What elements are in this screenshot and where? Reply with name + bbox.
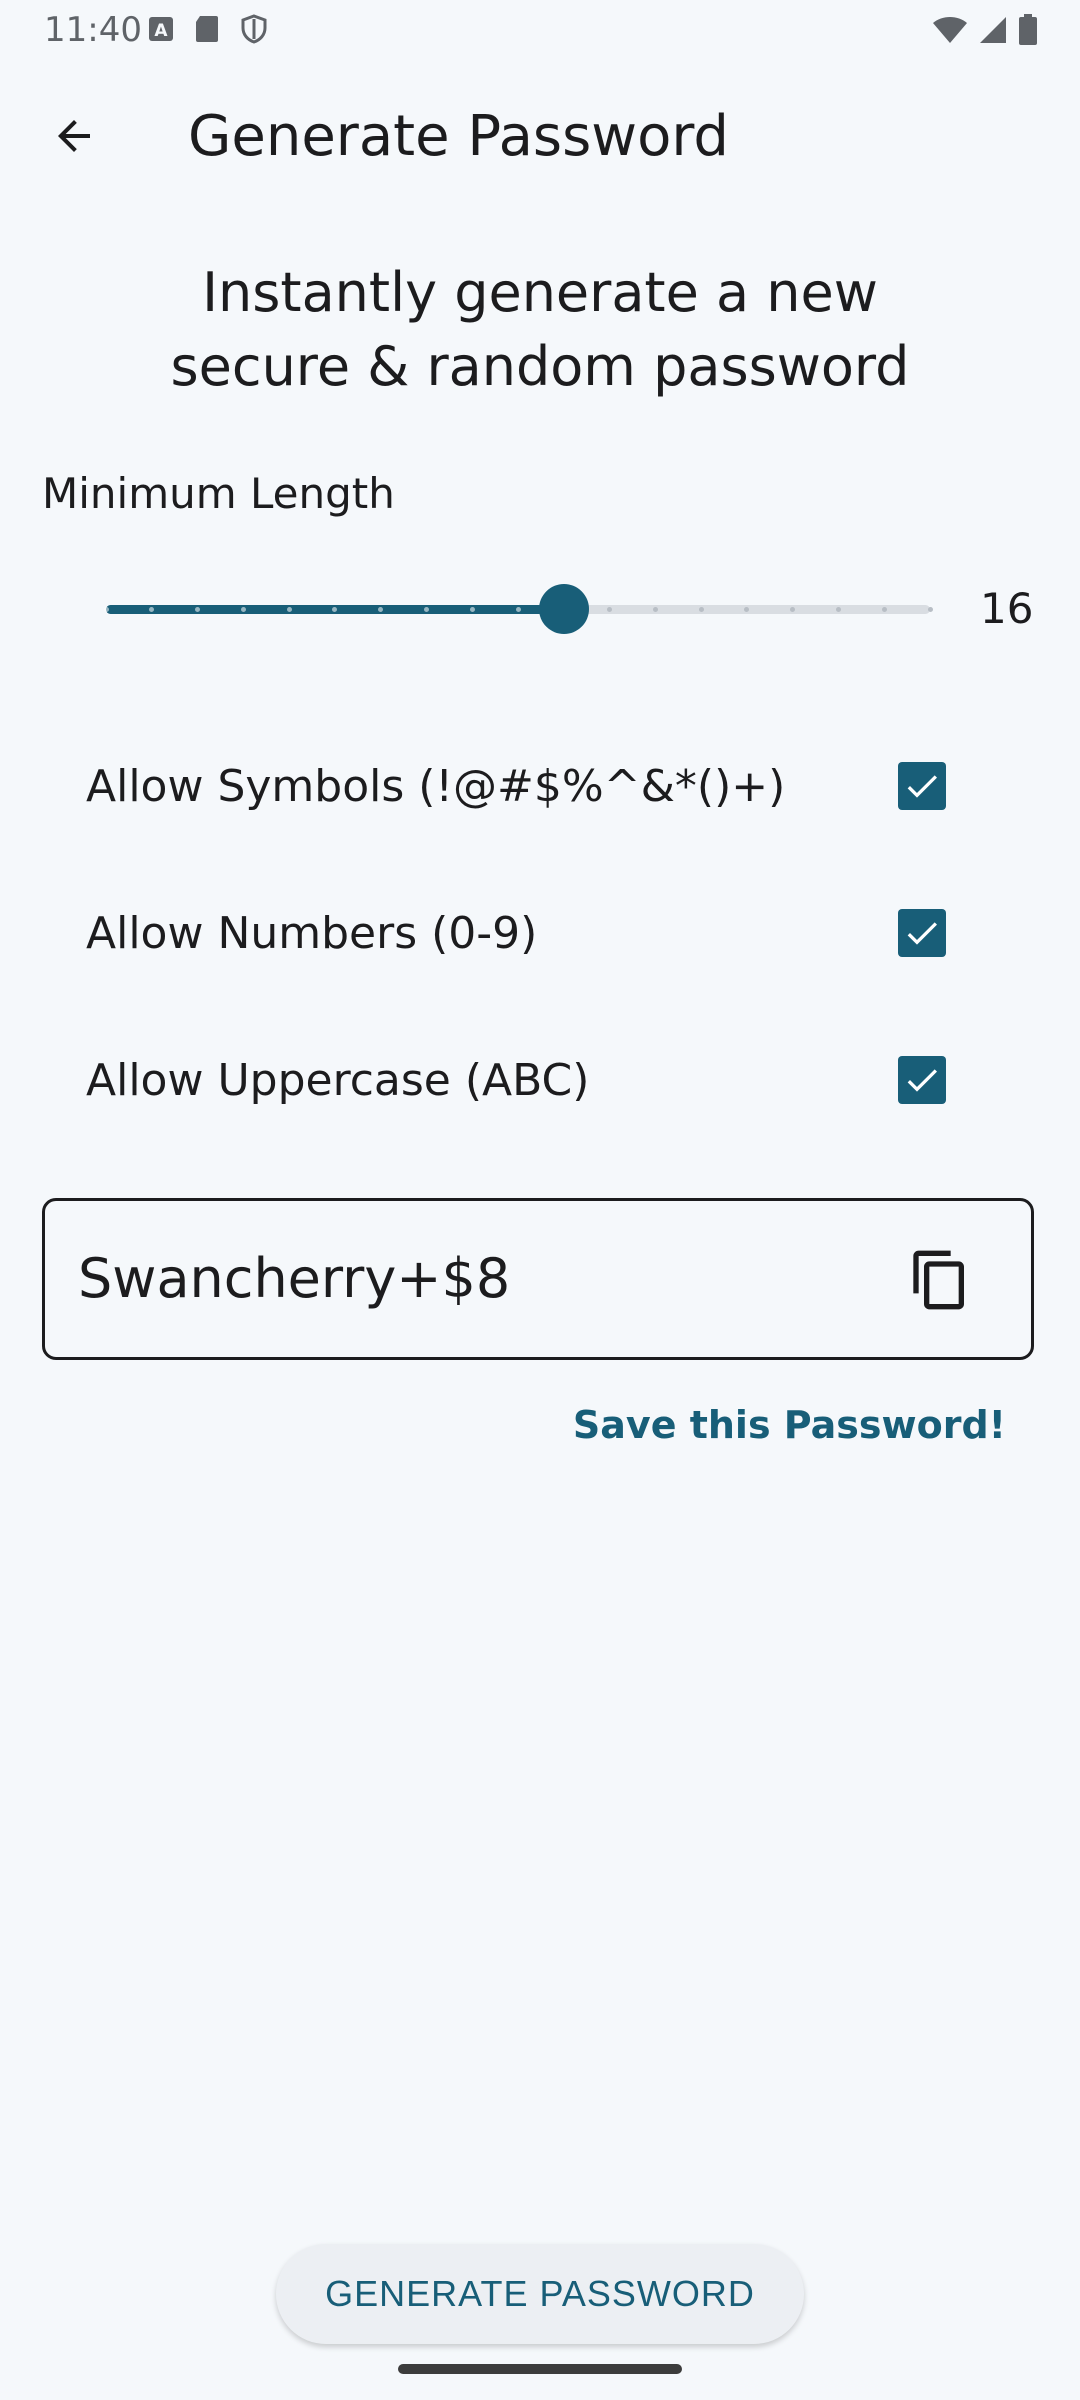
sd-card-icon (196, 16, 218, 42)
checkmark-icon (907, 922, 937, 945)
headline-line-2: secure & random password (170, 335, 910, 398)
battery-icon (1019, 14, 1037, 45)
wifi-icon (933, 17, 967, 43)
svg-text:A: A (154, 21, 168, 41)
min-length-label: Minimum Length (42, 469, 395, 518)
numbers-checkbox[interactable] (898, 909, 946, 957)
headline-line-1: Instantly generate a new (202, 261, 878, 324)
text-a-icon: A (149, 17, 173, 41)
status-time: 11:40 (44, 10, 142, 50)
slider-tick (240, 607, 246, 612)
page-title: Generate Password (188, 104, 729, 169)
status-icons-left: A (148, 14, 268, 44)
cell-signal-icon (980, 17, 1006, 43)
length-value: 16 (980, 584, 1034, 633)
status-icons-right (932, 14, 1038, 46)
back-button[interactable] (36, 98, 112, 174)
shield-icon (241, 14, 267, 44)
generated-password[interactable]: Swancherry+$8 (78, 1246, 510, 1312)
option-numbers-label: Allow Numbers (0-9) (86, 908, 538, 959)
slider-tick (103, 607, 109, 612)
slider-tick (835, 607, 841, 612)
slider-tick (927, 607, 933, 612)
home-indicator (398, 2364, 682, 2374)
length-slider[interactable] (103, 584, 933, 634)
slider-tick (652, 607, 658, 612)
checkmark-icon (907, 1069, 937, 1092)
copy-button[interactable] (898, 1242, 982, 1318)
headline: Instantly generate a new secure & random… (0, 256, 1080, 404)
option-uppercase-label: Allow Uppercase (ABC) (86, 1055, 590, 1106)
option-symbols-label: Allow Symbols (!@#$%^&*()+) (86, 761, 786, 812)
slider-tick (469, 607, 475, 612)
slider-tick (286, 607, 292, 612)
uppercase-checkbox[interactable] (898, 1056, 946, 1104)
slider-tick (881, 607, 887, 612)
slider-thumb[interactable] (538, 584, 589, 634)
slider-tick (423, 607, 429, 612)
save-password-link[interactable]: Save this Password! (573, 1398, 1006, 1452)
checkmark-icon (907, 775, 937, 798)
slider-tick (515, 607, 521, 612)
symbols-checkbox[interactable] (898, 762, 946, 810)
slider-tick (698, 607, 704, 612)
arrow-back-icon (58, 120, 90, 152)
generate-password-button[interactable]: GENERATE PASSWORD (276, 2244, 804, 2344)
copy-icon (913, 1250, 964, 1310)
